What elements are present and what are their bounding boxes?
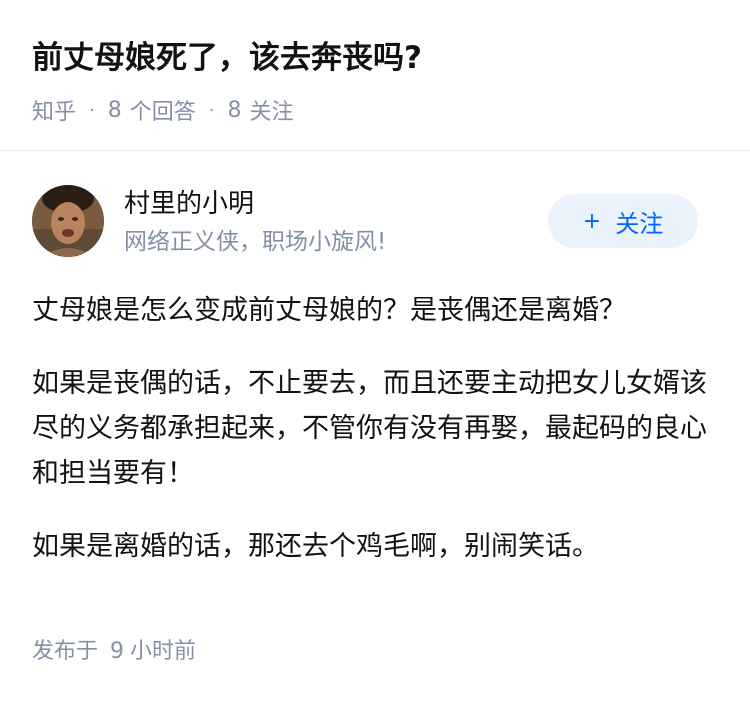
meta-separator: ·	[89, 99, 95, 121]
meta-separator: ·	[208, 99, 215, 121]
avatar[interactable]	[32, 185, 104, 257]
follower-count: 8	[227, 97, 242, 123]
source-label[interactable]: 知乎	[32, 94, 76, 126]
follow-button-label: 关注	[615, 209, 664, 238]
question-title[interactable]: 前丈母娘死了，该去奔丧吗?	[32, 36, 422, 80]
answer-time: 发布于 9 小时前	[32, 634, 196, 670]
answer-author: 村里的小明 网络正义侠，职场小旋风! + 关注	[32, 185, 718, 261]
time-prefix: 发布于	[32, 639, 99, 664]
answer-paragraph: 如果是丧偶的话，不止要去，而且还要主动把女儿女婿该尽的义务都承担起来，不管你有没…	[32, 368, 707, 489]
follower-count-label: 关注	[249, 100, 294, 125]
avatar-image	[32, 185, 104, 257]
question-meta: 知乎 · 8 个回答 · 8 关注	[32, 92, 294, 128]
plus-icon: +	[582, 208, 602, 234]
answer-paragraph: 如果是离婚的话，那还去个鸡毛啊，别闹笑话。	[32, 531, 599, 562]
header-divider	[0, 150, 750, 151]
answer-count-label[interactable]: 个回答	[130, 94, 196, 126]
time-suffix: 小时前	[130, 639, 197, 664]
question-header: 前丈母娘死了，该去奔丧吗? 知乎 · 8 个回答 · 8 关注	[0, 0, 750, 150]
author-name[interactable]: 村里的小明	[124, 185, 254, 223]
author-bio: 网络正义侠，职场小旋风!	[124, 229, 387, 255]
time-value: 9	[110, 639, 125, 664]
answer-count: 8	[107, 97, 122, 123]
follow-button[interactable]: + 关注	[548, 194, 698, 248]
answer-body: 丈母娘是怎么变成前丈母娘的？是丧偶还是离婚？ 如果是丧偶的话，不止要去，而且还要…	[32, 288, 718, 597]
answer-paragraph: 丈母娘是怎么变成前丈母娘的？是丧偶还是离婚？	[32, 295, 626, 326]
